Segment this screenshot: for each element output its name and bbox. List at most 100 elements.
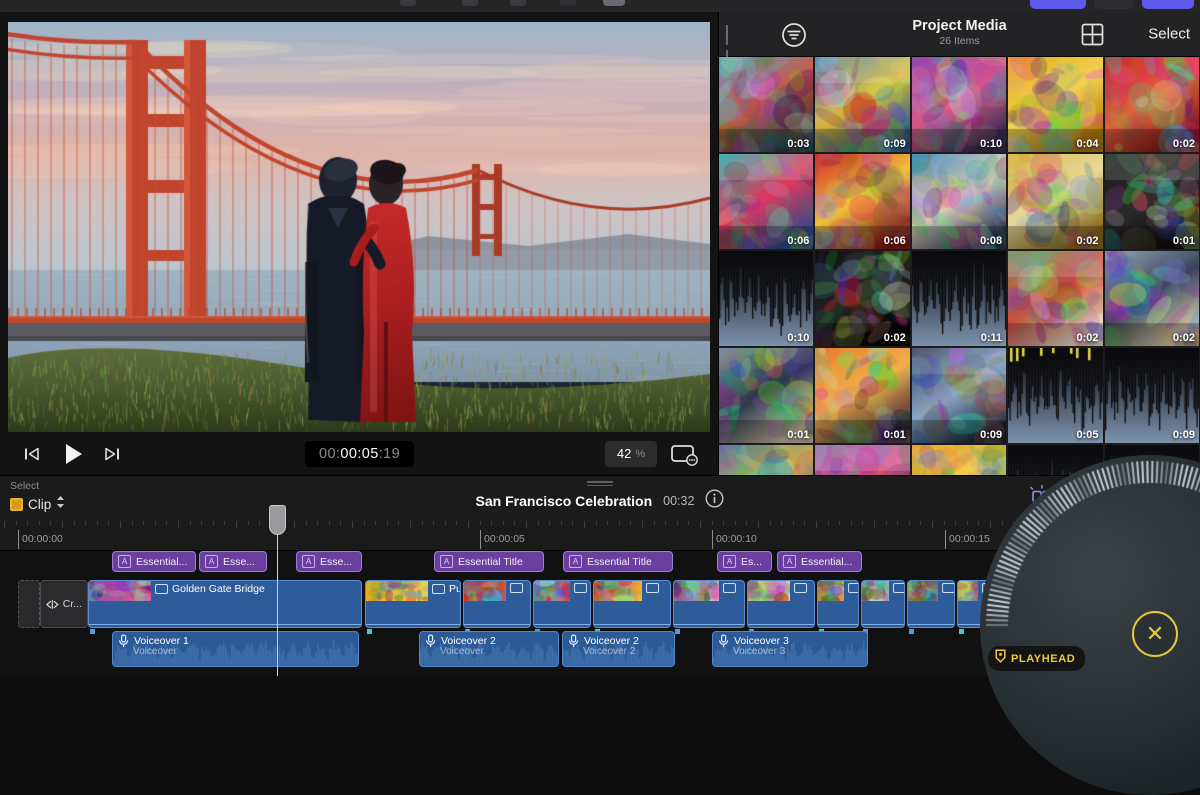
close-x-icon[interactable]: ✕ bbox=[1132, 611, 1178, 657]
video-preview[interactable] bbox=[8, 22, 710, 432]
media-thumbnail[interactable]: 0:02 bbox=[1105, 57, 1199, 152]
microphone-icon bbox=[718, 634, 729, 648]
media-thumbnail[interactable]: 0:01 bbox=[815, 348, 909, 443]
title-clip[interactable]: AEssential Title bbox=[563, 551, 673, 572]
media-thumbnail[interactable]: 0:06 bbox=[815, 154, 909, 249]
ruler-tick bbox=[851, 521, 852, 525]
title-clip[interactable]: AEsse... bbox=[296, 551, 362, 572]
zoom-level-control[interactable]: 42 % bbox=[605, 441, 657, 467]
video-clip[interactable] bbox=[673, 580, 745, 628]
video-clip[interactable] bbox=[861, 580, 905, 628]
toolbar-pill-2[interactable] bbox=[1094, 0, 1134, 9]
media-thumbnail[interactable]: 0:02 bbox=[1008, 251, 1102, 346]
timeline-drag-grip-icon[interactable] bbox=[587, 481, 613, 486]
video-clip[interactable] bbox=[533, 580, 591, 628]
timeline-gap[interactable] bbox=[18, 580, 40, 628]
ruler-tick bbox=[607, 521, 608, 525]
toolbar-pill-3[interactable] bbox=[1142, 0, 1194, 9]
toolbar-icon-5[interactable] bbox=[603, 0, 625, 6]
ruler-tick bbox=[166, 521, 167, 525]
select-button[interactable]: Select bbox=[1148, 26, 1190, 43]
timecode-display[interactable]: 00:00:05:19 bbox=[305, 441, 414, 467]
title-badge-icon: A bbox=[205, 555, 218, 568]
skip-back-icon[interactable] bbox=[22, 444, 41, 463]
media-thumbnail[interactable] bbox=[815, 445, 909, 475]
media-thumbnail[interactable]: 0:01 bbox=[1105, 154, 1199, 249]
grid-view-icon[interactable] bbox=[1081, 23, 1104, 51]
media-thumbnail[interactable]: 0:06 bbox=[719, 154, 813, 249]
toolbar-icon-1[interactable] bbox=[400, 0, 416, 6]
video-clip[interactable]: Purpl... bbox=[365, 580, 461, 628]
video-clip[interactable] bbox=[747, 580, 815, 628]
browser-title: Project Media bbox=[719, 18, 1200, 34]
media-duration: 0:10 bbox=[787, 332, 809, 344]
media-thumbnail-grid[interactable]: 0:030:090:100:040:020:060:060:080:020:01… bbox=[719, 57, 1200, 475]
play-button[interactable] bbox=[60, 441, 86, 467]
video-clip-label: Purpl... bbox=[449, 583, 461, 595]
media-thumbnail[interactable]: 0:08 bbox=[912, 154, 1006, 249]
title-clip[interactable]: AEs... bbox=[717, 551, 772, 572]
playhead-badge[interactable]: PLAYHEAD bbox=[988, 646, 1085, 671]
media-thumbnail[interactable]: 0:09 bbox=[815, 57, 909, 152]
ruler-tick bbox=[433, 521, 434, 525]
media-thumbnail[interactable]: 0:02 bbox=[1105, 251, 1199, 346]
toolbar-icon-4[interactable] bbox=[560, 0, 576, 6]
browser-header: Project Media 26 Items Select bbox=[719, 12, 1200, 57]
ruler-tick bbox=[862, 521, 863, 525]
camera-icon bbox=[646, 583, 659, 593]
timecode-frames: 19 bbox=[383, 446, 400, 462]
video-clip[interactable]: Golden Gate Bridge bbox=[88, 580, 362, 628]
video-clip-label-group bbox=[893, 583, 905, 593]
camera-icon bbox=[432, 584, 445, 594]
audio-clip[interactable]: Voiceover 2Voiceover 2 bbox=[562, 631, 675, 667]
ruler-label: 00:00:10 bbox=[712, 533, 757, 545]
video-clip[interactable] bbox=[463, 580, 531, 628]
media-thumbnail[interactable]: 0:02 bbox=[815, 251, 909, 346]
media-thumbnail[interactable]: 0:11 bbox=[912, 251, 1006, 346]
title-clip[interactable]: AEsse... bbox=[199, 551, 267, 572]
display-options-icon[interactable] bbox=[670, 442, 698, 466]
media-thumbnail[interactable]: 0:02 bbox=[1008, 154, 1102, 249]
toolbar-pill-1[interactable] bbox=[1030, 0, 1086, 9]
ruler-label: 00:00:00 bbox=[18, 533, 63, 545]
title-clip[interactable]: AEssential... bbox=[777, 551, 862, 572]
timecode-seconds: 05 bbox=[362, 446, 379, 462]
ruler-tick bbox=[630, 521, 631, 525]
media-thumbnail[interactable] bbox=[719, 445, 813, 475]
toolbar-icon-2[interactable] bbox=[462, 0, 478, 6]
video-clip-label-group bbox=[646, 583, 659, 593]
media-duration: 0:02 bbox=[1077, 235, 1099, 247]
transition-clip[interactable]: Cr... bbox=[40, 580, 88, 628]
info-icon[interactable] bbox=[705, 489, 724, 513]
title-clip-label: Essential Title bbox=[458, 556, 523, 568]
toolbar-icon-3[interactable] bbox=[510, 0, 526, 6]
media-thumbnail[interactable]: 0:04 bbox=[1008, 57, 1102, 152]
video-clip-label-group: Golden Gate Bridge bbox=[155, 583, 265, 595]
skip-forward-icon[interactable] bbox=[103, 444, 122, 463]
media-thumbnail[interactable]: 0:09 bbox=[1105, 348, 1199, 443]
video-clip[interactable] bbox=[593, 580, 671, 628]
playhead[interactable] bbox=[277, 521, 278, 676]
title-clip[interactable]: AEssential Title bbox=[434, 551, 544, 572]
title-clip[interactable]: AEssential... bbox=[112, 551, 196, 572]
media-thumbnail[interactable]: 0:10 bbox=[912, 57, 1006, 152]
playhead-handle[interactable] bbox=[269, 505, 286, 535]
ruler-tick bbox=[712, 521, 713, 525]
ruler-tick bbox=[468, 521, 469, 528]
media-thumbnail[interactable]: 0:01 bbox=[719, 348, 813, 443]
video-clip[interactable] bbox=[817, 580, 859, 628]
media-thumbnail[interactable]: 0:10 bbox=[719, 251, 813, 346]
media-thumbnail[interactable]: 0:05 bbox=[1008, 348, 1102, 443]
media-thumbnail[interactable]: 0:09 bbox=[912, 348, 1006, 443]
audio-clip[interactable]: Voiceover 2Voiceover bbox=[419, 631, 559, 667]
ruler-tick bbox=[248, 521, 249, 525]
ruler-tick bbox=[619, 521, 620, 525]
media-row: 0:100:020:110:020:02 bbox=[719, 251, 1200, 346]
media-thumbnail[interactable]: 0:03 bbox=[719, 57, 813, 152]
audio-clip[interactable]: Voiceover 3Voiceover 3 bbox=[712, 631, 868, 667]
audio-clip[interactable]: Voiceover 1Voiceover bbox=[112, 631, 359, 667]
video-clip[interactable] bbox=[907, 580, 955, 628]
ruler-tick bbox=[793, 521, 794, 525]
clip-audio-underline bbox=[534, 624, 590, 626]
zoom-unit: % bbox=[635, 448, 645, 460]
